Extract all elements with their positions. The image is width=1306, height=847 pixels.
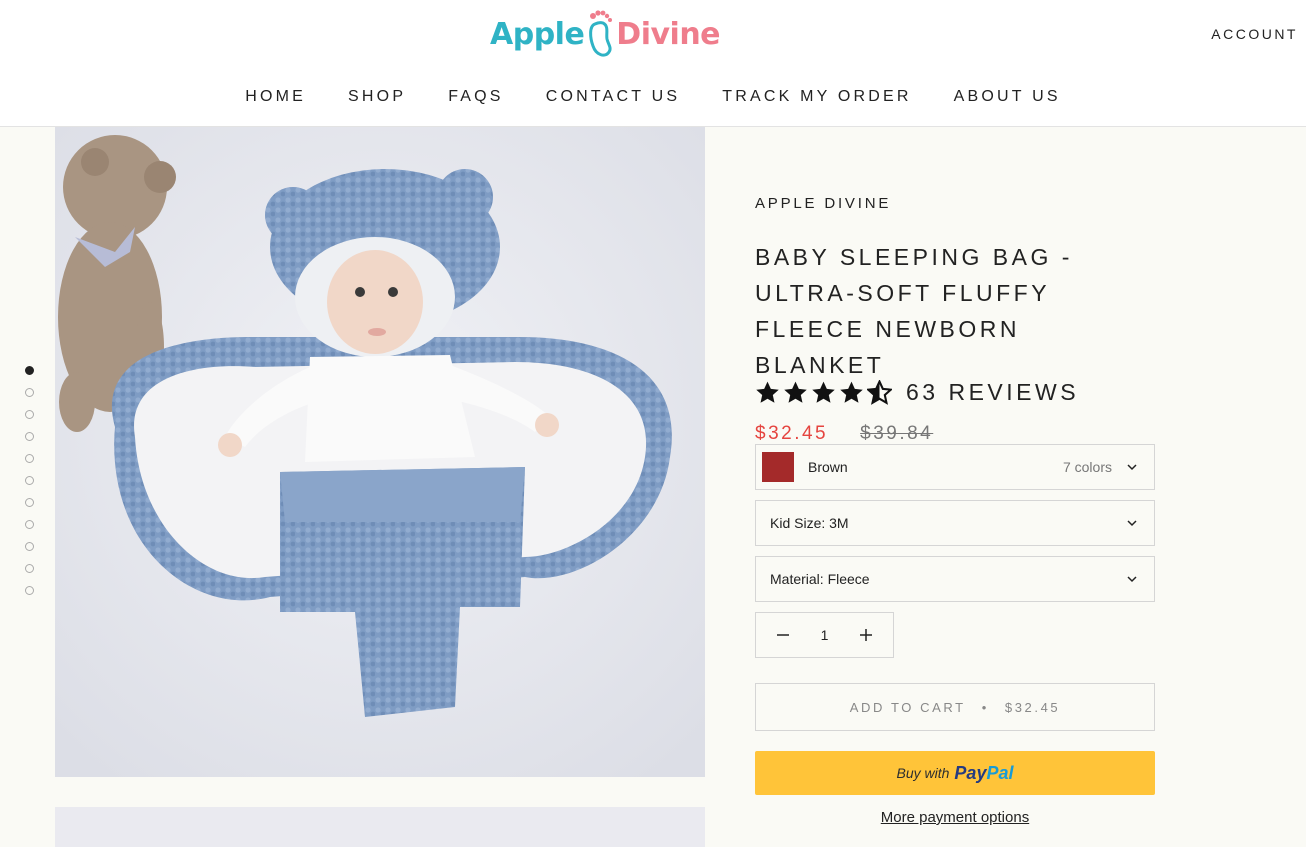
chevron-down-icon [1127,520,1137,527]
paypal-buy-with: Buy with [896,765,950,781]
logo-text-apple: Apple [490,16,585,52]
gallery-dot[interactable] [25,520,34,529]
product-second-image[interactable] [55,807,705,847]
material-selector[interactable]: Material: Fleece [755,556,1155,602]
star-half-icon [867,380,892,405]
star-full-icon [840,381,863,403]
quantity-stepper: 1 [755,612,894,658]
add-to-cart-price: $32.45 [1004,699,1061,715]
nav-item-track-my-order[interactable]: TRACK MY ORDER [722,88,911,106]
quantity-value[interactable]: 1 [821,627,829,643]
product-main-image[interactable] [55,127,705,777]
paypal-button[interactable]: Buy with Pay Pal [755,751,1155,795]
product-title: BABY SLEEPING BAG - ULTRA-SOFT FLUFFY FL… [755,244,1073,378]
sale-price: $32.45 [755,423,829,444]
gallery-dot[interactable] [25,410,34,419]
color-value: Brown [808,459,848,475]
rating-stars [755,380,892,405]
paypal-logo-pay: Pay [954,762,987,783]
nav-item-shop[interactable]: SHOP [348,88,406,106]
minus-icon[interactable] [776,628,790,642]
nav-item-faqs[interactable]: FAQS [448,88,503,106]
add-to-cart-label: ADD TO CART [849,699,966,715]
product-vendor[interactable]: APPLE DIVINE [755,195,1155,212]
reviews-count[interactable]: 63 REVIEWS [906,379,1079,406]
color-swatch [762,452,794,482]
logo-text-divine: Divine [616,16,721,52]
star-full-icon [756,381,779,403]
plus-icon[interactable] [859,628,873,642]
product-info: APPLE DIVINE BABY SLEEPING BAG - ULTRA-S… [755,195,1155,445]
product-photo [55,127,705,777]
main-nav: HOME SHOP FAQS CONTACT US TRACK MY ORDER… [0,88,1306,106]
compare-price: $39.84 [860,423,934,444]
gallery-dot[interactable] [25,366,34,375]
add-to-cart-button[interactable]: ADD TO CART • $32.45 [755,683,1155,731]
gallery-dot[interactable] [25,564,34,573]
star-full-icon [812,381,835,403]
chevron-down-icon [1127,464,1137,471]
gallery-dot[interactable] [25,432,34,441]
gallery-dot[interactable] [25,542,34,551]
product-rating[interactable]: 63 REVIEWS [755,379,1155,406]
gallery-dot[interactable] [25,498,34,507]
account-link[interactable]: ACCOUNT [1211,26,1298,42]
chevron-down-icon [1127,576,1137,583]
nav-item-contact-us[interactable]: CONTACT US [546,88,681,106]
nav-item-home[interactable]: HOME [245,88,306,106]
gallery-dot[interactable] [25,388,34,397]
nav-item-about-us[interactable]: ABOUT US [954,88,1061,106]
site-header: Apple Divine ACCOUNT HOME SHOP FAQS CONT… [0,0,1306,127]
more-payment-options-link[interactable]: More payment options [755,809,1155,826]
paypal-logo-pal: Pal [986,762,1014,783]
gallery-dots [25,366,37,608]
site-logo[interactable]: Apple Divine [490,6,722,62]
cart-separator: • [981,699,989,715]
size-selector[interactable]: Kid Size: 3M [755,500,1155,546]
gallery-dot[interactable] [25,454,34,463]
color-count: 7 colors [1062,459,1112,475]
gallery-dot[interactable] [25,476,34,485]
size-label: Kid Size: 3M [770,515,849,531]
star-full-icon [784,381,807,403]
product-prices: $32.45 $39.84 [755,423,1155,445]
gallery-dot[interactable] [25,586,34,595]
material-label: Material: Fleece [770,571,870,587]
baby-foot-icon [589,10,613,57]
color-selector[interactable]: Brown 7 colors [755,444,1155,490]
